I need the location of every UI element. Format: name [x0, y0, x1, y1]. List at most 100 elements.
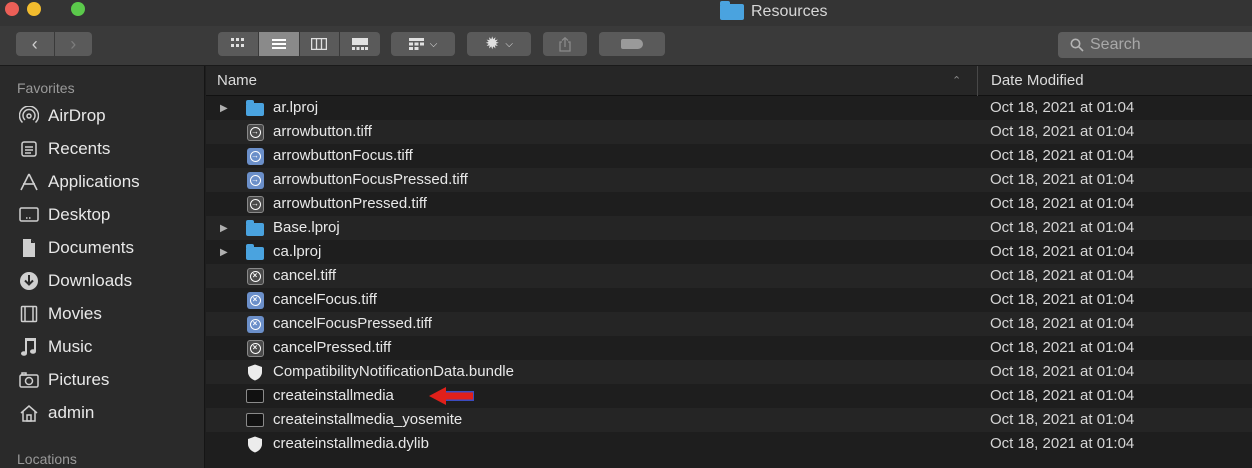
file-date: Oct 18, 2021 at 01:04: [990, 267, 1135, 284]
sidebar-item-movies[interactable]: Movies: [18, 300, 198, 328]
file-name: createinstallmedia.dylib: [273, 435, 429, 452]
disclosure-triangle-icon[interactable]: ▶: [220, 103, 230, 114]
file-row[interactable]: → arrowbuttonFocusPressed.tiff Oct 18, 2…: [206, 168, 1252, 192]
sidebar-item-label: Music: [48, 337, 93, 356]
file-row[interactable]: → arrowbuttonPressed.tiff Oct 18, 2021 a…: [206, 192, 1252, 216]
sidebar-item-downloads[interactable]: Downloads: [18, 267, 198, 295]
zoom-window-button[interactable]: [71, 2, 85, 16]
date-modified-column-header[interactable]: Date Modified: [991, 72, 1084, 89]
file-row[interactable]: CompatibilityNotificationData.bundle Oct…: [206, 360, 1252, 384]
sidebar: Favorites AirDrop Recents Applications D…: [0, 66, 205, 468]
file-name: ca.lproj: [273, 243, 322, 260]
sidebar-item-airdrop[interactable]: AirDrop: [18, 102, 198, 130]
gear-icon: ✹: [485, 34, 500, 53]
sidebar-item-label: Desktop: [48, 205, 111, 224]
sidebar-item-pictures[interactable]: Pictures: [18, 366, 198, 394]
recents-icon: [18, 138, 40, 160]
dylib-icon: [246, 436, 264, 452]
file-name: CompatibilityNotificationData.bundle: [273, 363, 514, 380]
music-icon: [18, 336, 40, 358]
terminal-executable-icon: [246, 412, 264, 428]
file-row[interactable]: createinstallmedia_yosemite Oct 18, 2021…: [206, 408, 1252, 432]
bundle-icon: [246, 364, 264, 380]
file-row[interactable]: × cancel.tiff Oct 18, 2021 at 01:04: [206, 264, 1252, 288]
file-row[interactable]: → arrowbuttonFocus.tiff Oct 18, 2021 at …: [206, 144, 1252, 168]
sidebar-item-applications[interactable]: Applications: [18, 168, 198, 196]
pictures-icon: [18, 369, 40, 391]
sidebar-item-music[interactable]: Music: [18, 333, 198, 361]
gallery-view-button[interactable]: [340, 32, 380, 56]
favorites-header: Favorites: [17, 80, 75, 96]
list-view-button[interactable]: [258, 32, 300, 56]
file-row[interactable]: → arrowbutton.tiff Oct 18, 2021 at 01:04: [206, 120, 1252, 144]
sort-ascending-icon: ⌃: [952, 75, 962, 87]
sidebar-item-label: Documents: [48, 238, 134, 257]
name-column-header[interactable]: Name: [217, 72, 257, 89]
chevron-left-icon: ‹: [31, 33, 38, 54]
tiff-file-icon: →: [246, 147, 264, 165]
sidebar-item-recents[interactable]: Recents: [18, 135, 198, 163]
disclosure-triangle-icon[interactable]: ▶: [220, 247, 230, 258]
file-date: Oct 18, 2021 at 01:04: [990, 99, 1135, 116]
group-button[interactable]: ⌵: [391, 32, 455, 56]
sidebar-item-label: Applications: [48, 172, 140, 191]
sidebar-item-desktop[interactable]: Desktop: [18, 201, 198, 229]
tiff-file-icon: →: [246, 123, 264, 141]
icon-view-icon: [230, 38, 244, 47]
file-name: arrowbuttonFocus.tiff: [273, 147, 413, 164]
file-date: Oct 18, 2021 at 01:04: [990, 147, 1135, 164]
file-date: Oct 18, 2021 at 01:04: [990, 387, 1135, 404]
icon-view-button[interactable]: [218, 32, 259, 56]
search-input[interactable]: [1090, 36, 1240, 54]
column-headers: Name ⌃ Date Modified: [206, 66, 1252, 96]
share-icon: [559, 36, 571, 52]
folder-icon: [246, 243, 264, 260]
file-date: Oct 18, 2021 at 01:04: [990, 411, 1135, 428]
file-date: Oct 18, 2021 at 01:04: [990, 171, 1135, 188]
file-row[interactable]: createinstallmedia.dylib Oct 18, 2021 at…: [206, 432, 1252, 456]
tiff-file-icon: →: [246, 171, 264, 189]
folder-icon: [246, 219, 264, 236]
chevron-down-icon: ⌵: [429, 38, 438, 50]
file-row[interactable]: × cancelFocusPressed.tiff Oct 18, 2021 a…: [206, 312, 1252, 336]
navigation-buttons: ‹ ›: [16, 32, 92, 56]
file-name: arrowbuttonPressed.tiff: [273, 195, 427, 212]
search-field[interactable]: [1058, 32, 1252, 58]
file-row[interactable]: × cancelFocus.tiff Oct 18, 2021 at 01:04: [206, 288, 1252, 312]
file-date: Oct 18, 2021 at 01:04: [990, 339, 1135, 356]
file-row-createinstallmedia[interactable]: createinstallmedia Oct 18, 2021 at 01:04: [206, 384, 1252, 408]
sidebar-item-label: Recents: [48, 139, 111, 158]
tiff-file-icon: →: [246, 195, 264, 213]
sidebar-item-admin[interactable]: admin: [18, 399, 198, 427]
column-divider[interactable]: [977, 66, 978, 96]
cancel-tiff-icon: ×: [246, 339, 264, 357]
minimize-window-button[interactable]: [27, 2, 41, 16]
file-row[interactable]: ▶ Base.lproj Oct 18, 2021 at 01:04: [206, 216, 1252, 240]
forward-button[interactable]: ›: [53, 32, 93, 56]
group-icon: [408, 38, 424, 50]
sidebar-item-label: admin: [48, 403, 95, 422]
locations-header: Locations: [17, 451, 77, 467]
column-view-button[interactable]: [300, 32, 341, 56]
file-row[interactable]: × cancelPressed.tiff Oct 18, 2021 at 01:…: [206, 336, 1252, 360]
sidebar-item-label: Downloads: [48, 271, 133, 290]
file-name: cancelFocusPressed.tiff: [273, 315, 432, 332]
file-name: arrowbuttonFocusPressed.tiff: [273, 171, 468, 188]
red-arrow-annotation: [429, 387, 474, 405]
file-name: cancelFocus.tiff: [273, 291, 377, 308]
disclosure-triangle-icon[interactable]: ▶: [220, 223, 230, 234]
file-row[interactable]: ▶ ca.lproj Oct 18, 2021 at 01:04: [206, 240, 1252, 264]
close-window-button[interactable]: [5, 2, 19, 16]
downloads-icon: [18, 270, 40, 292]
file-date: Oct 18, 2021 at 01:04: [990, 195, 1135, 212]
share-button[interactable]: [543, 32, 587, 56]
sidebar-item-documents[interactable]: Documents: [18, 234, 198, 262]
file-name: createinstallmedia_yosemite: [273, 411, 463, 428]
tags-button[interactable]: [599, 32, 665, 56]
action-button[interactable]: ✹ ⌵: [467, 32, 531, 56]
folder-icon: [720, 1, 744, 20]
file-row[interactable]: ▶ ar.lproj Oct 18, 2021 at 01:04: [206, 96, 1252, 120]
back-button[interactable]: ‹: [16, 32, 54, 56]
folder-icon: [246, 99, 264, 116]
gallery-view-icon: [352, 38, 369, 50]
